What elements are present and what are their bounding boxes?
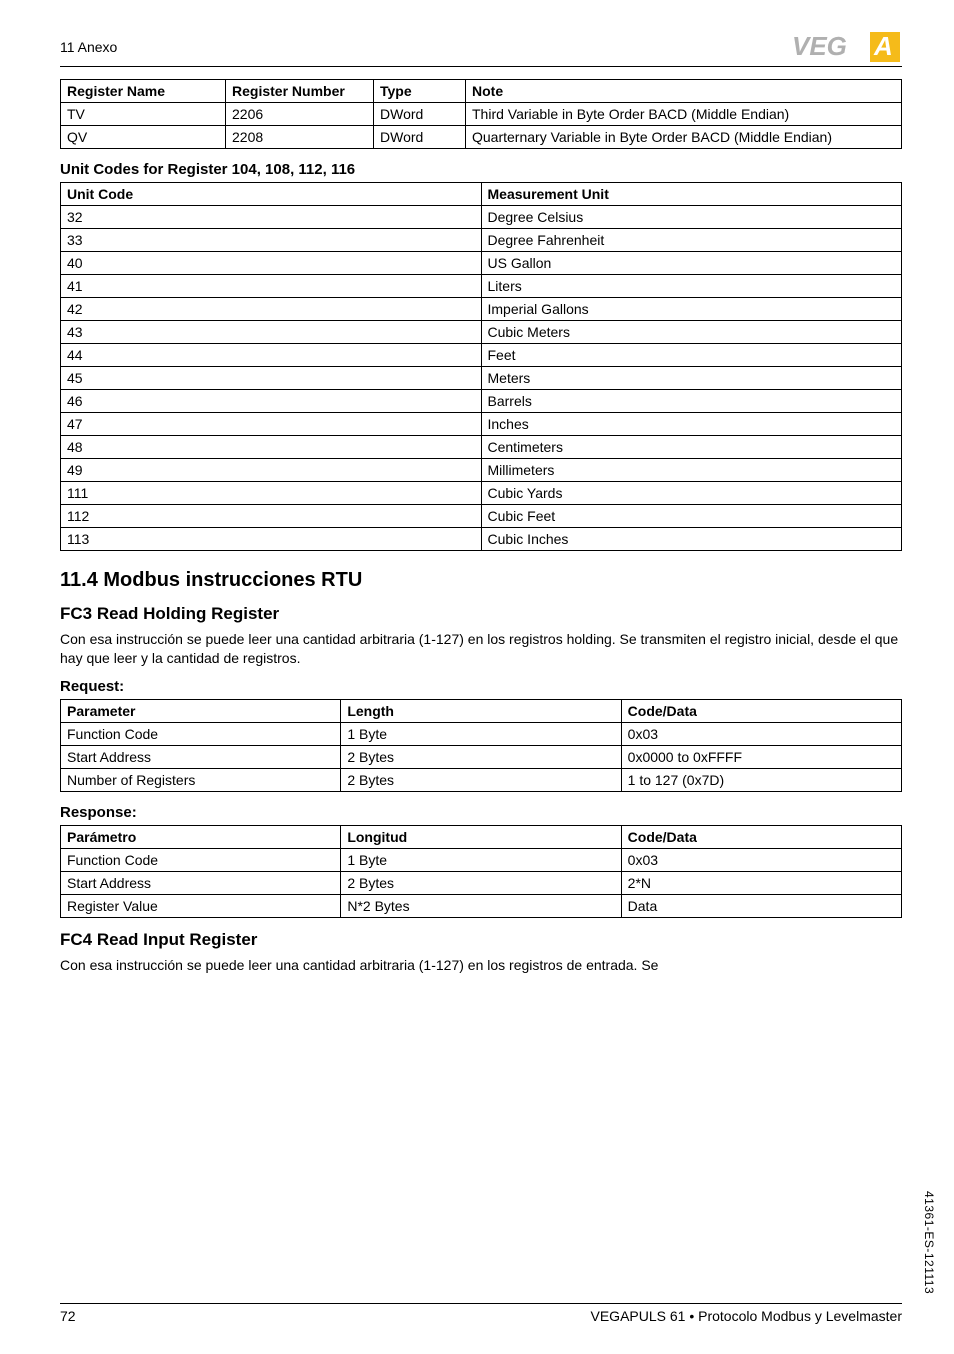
col-header: Register Name bbox=[61, 80, 226, 103]
table-row: 113Cubic Inches bbox=[61, 528, 902, 551]
table-row: Number of Registers2 Bytes1 to 127 (0x7D… bbox=[61, 768, 902, 791]
header-anexo: 11 Anexo bbox=[60, 39, 117, 55]
col-header: Measurement Unit bbox=[481, 183, 902, 206]
table-row: TV 2206 DWord Third Variable in Byte Ord… bbox=[61, 103, 902, 126]
fc3-response-table: Parámetro Longitud Code/Data Function Co… bbox=[60, 825, 902, 918]
table-row: 45Meters bbox=[61, 367, 902, 390]
fc3-response-label: Response: bbox=[60, 804, 902, 821]
table-row: Function Code1 Byte0x03 bbox=[61, 722, 902, 745]
col-header: Register Number bbox=[226, 80, 374, 103]
table-row: 43Cubic Meters bbox=[61, 321, 902, 344]
vega-logo: VEG A bbox=[792, 30, 902, 64]
table-row: 42Imperial Gallons bbox=[61, 298, 902, 321]
col-header: Parámetro bbox=[61, 825, 341, 848]
table-row: 47Inches bbox=[61, 413, 902, 436]
col-header: Length bbox=[341, 699, 621, 722]
page-number: 72 bbox=[60, 1308, 76, 1324]
table-row: Start Address2 Bytes0x0000 to 0xFFFF bbox=[61, 745, 902, 768]
table-row: 32Degree Celsius bbox=[61, 206, 902, 229]
col-header: Code/Data bbox=[621, 699, 901, 722]
table-row: 111Cubic Yards bbox=[61, 482, 902, 505]
table-row: Start Address2 Bytes2*N bbox=[61, 871, 902, 894]
svg-text:A: A bbox=[873, 31, 893, 61]
table-header-row: Register Name Register Number Type Note bbox=[61, 80, 902, 103]
table-row: 46Barrels bbox=[61, 390, 902, 413]
section-11-4-title: 11.4 Modbus instrucciones RTU bbox=[60, 569, 902, 592]
unit-codes-table: Unit Code Measurement Unit 32Degree Cels… bbox=[60, 182, 902, 551]
col-header: Parameter bbox=[61, 699, 341, 722]
footer-product: VEGAPULS 61 • Protocolo Modbus y Levelma… bbox=[591, 1308, 903, 1324]
table-header-row: Parameter Length Code/Data bbox=[61, 699, 902, 722]
table-row: Register ValueN*2 BytesData bbox=[61, 894, 902, 917]
table-row: 48Centimeters bbox=[61, 436, 902, 459]
col-header: Longitud bbox=[341, 825, 621, 848]
fc4-body: Con esa instrucción se puede leer una ca… bbox=[60, 956, 902, 975]
page-footer: 72 VEGAPULS 61 • Protocolo Modbus y Leve… bbox=[60, 1303, 902, 1324]
table-row: 112Cubic Feet bbox=[61, 505, 902, 528]
unit-codes-title: Unit Codes for Register 104, 108, 112, 1… bbox=[60, 161, 902, 178]
col-header: Unit Code bbox=[61, 183, 482, 206]
table-header-row: Unit Code Measurement Unit bbox=[61, 183, 902, 206]
svg-text:VEG: VEG bbox=[792, 31, 847, 61]
fc3-title: FC3 Read Holding Register bbox=[60, 604, 902, 624]
table-row: 49Millimeters bbox=[61, 459, 902, 482]
col-header: Type bbox=[374, 80, 466, 103]
table-row: 33Degree Fahrenheit bbox=[61, 229, 902, 252]
table-row: 44Feet bbox=[61, 344, 902, 367]
fc3-request-label: Request: bbox=[60, 678, 902, 695]
document-code: 41361-ES-121113 bbox=[922, 1191, 936, 1294]
table-row: 41Liters bbox=[61, 275, 902, 298]
fc3-body: Con esa instrucción se puede leer una ca… bbox=[60, 630, 902, 668]
fc3-request-table: Parameter Length Code/Data Function Code… bbox=[60, 699, 902, 792]
table-header-row: Parámetro Longitud Code/Data bbox=[61, 825, 902, 848]
table-row: 40US Gallon bbox=[61, 252, 902, 275]
table-row: QV 2208 DWord Quarternary Variable in By… bbox=[61, 126, 902, 149]
page-header: 11 Anexo VEG A bbox=[60, 30, 902, 67]
table-row: Function Code1 Byte0x03 bbox=[61, 848, 902, 871]
registers-table: Register Name Register Number Type Note … bbox=[60, 79, 902, 149]
fc4-title: FC4 Read Input Register bbox=[60, 930, 902, 950]
col-header: Note bbox=[466, 80, 902, 103]
col-header: Code/Data bbox=[621, 825, 901, 848]
